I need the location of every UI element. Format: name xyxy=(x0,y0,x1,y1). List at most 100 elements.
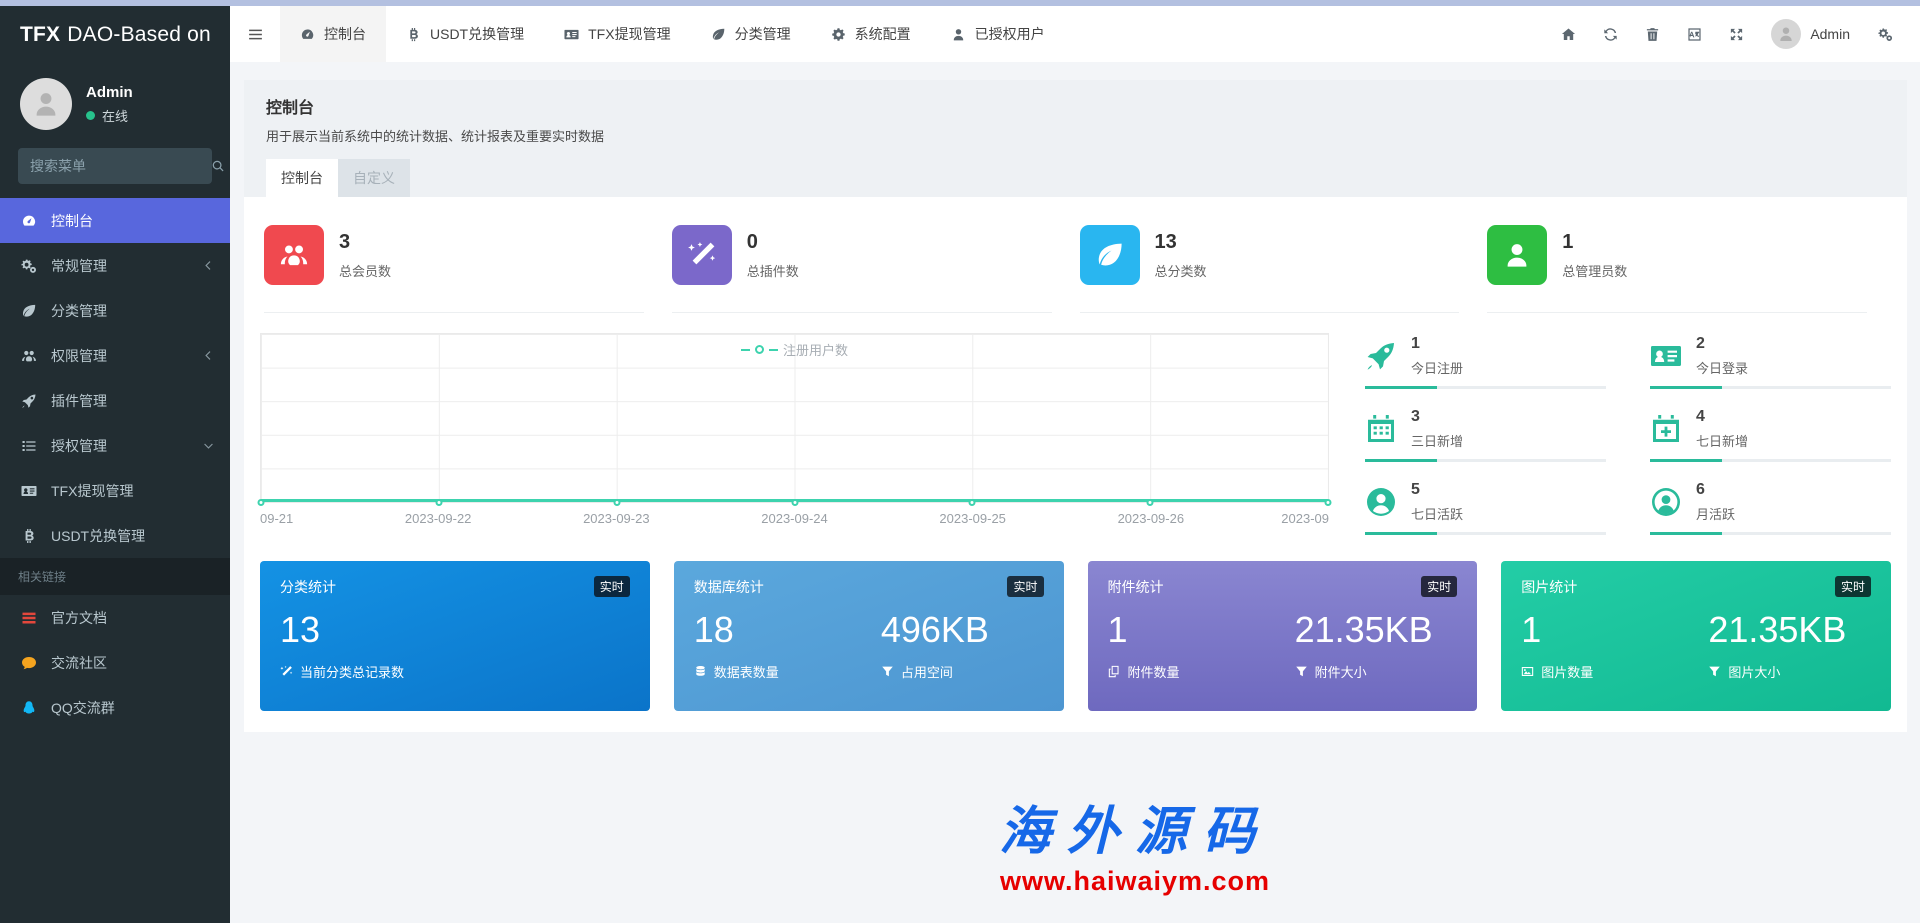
sidebar-item-addon[interactable]: 插件管理 xyxy=(0,378,230,423)
divider xyxy=(1487,312,1867,313)
filter-icon xyxy=(1708,665,1721,678)
sidebar-item-category[interactable]: 分类管理 xyxy=(0,288,230,333)
tab-category[interactable]: 分类管理 xyxy=(691,6,811,62)
sidebar-item-general[interactable]: 常规管理 xyxy=(0,243,230,288)
calendar-icon xyxy=(1365,413,1397,445)
chart-point[interactable] xyxy=(1325,499,1332,506)
sidebar-link-qq-group[interactable]: QQ交流群 xyxy=(0,685,230,730)
search-icon[interactable] xyxy=(211,159,225,173)
trash-icon xyxy=(1645,27,1660,42)
sidebar-item-label: 权限管理 xyxy=(51,346,107,366)
progress-bar xyxy=(1650,459,1891,462)
sidebar-item-auth[interactable]: 权限管理 xyxy=(0,333,230,378)
card-foot-label: 图片数量 xyxy=(1541,662,1593,681)
online-dot-icon xyxy=(86,111,95,120)
users-icon xyxy=(264,225,324,285)
chart-point[interactable] xyxy=(1147,499,1154,506)
chevron-left-icon xyxy=(203,260,214,271)
card-foot-label: 附件数量 xyxy=(1128,662,1180,681)
progress-bar xyxy=(1650,532,1891,535)
tab-label: TFX提现管理 xyxy=(588,24,670,44)
magic-wand-icon xyxy=(672,225,732,285)
chart-legend[interactable]: 注册用户数 xyxy=(261,340,1328,359)
chart-point[interactable] xyxy=(969,499,976,506)
refresh-icon xyxy=(1603,27,1618,42)
gears-icon xyxy=(20,258,38,274)
user-circle-icon xyxy=(1365,486,1397,518)
sidebar-item-label: 授权管理 xyxy=(51,436,107,456)
card-image-stats: 图片统计 实时 1 21.35KB 图片数量 xyxy=(1501,561,1891,711)
progress-bar xyxy=(1365,532,1606,535)
chart-plot-area: 注册用户数 xyxy=(260,333,1329,503)
tab-dashboard[interactable]: 控制台 xyxy=(280,6,386,62)
refresh-button[interactable] xyxy=(1589,6,1631,62)
rocket-icon xyxy=(20,393,38,409)
chart-point[interactable] xyxy=(791,499,798,506)
mini-stat-month-active: 6 月活跃 xyxy=(1650,479,1891,535)
sidebar-toggle-button[interactable] xyxy=(230,6,280,62)
sidebar-search xyxy=(18,148,212,184)
idcard-icon xyxy=(564,27,579,42)
mini-stat-3day-new: 3 三日新增 xyxy=(1365,406,1606,462)
chart-point[interactable] xyxy=(258,499,265,506)
user-status-label: 在线 xyxy=(102,106,128,125)
tab-usdt-exchange[interactable]: USDT兑换管理 xyxy=(386,6,544,62)
clear-cache-button[interactable] xyxy=(1631,6,1673,62)
app-logo[interactable]: TFX DAO-Based on xyxy=(0,6,230,64)
sidebar-user-panel: Admin 在线 xyxy=(0,64,230,138)
chart-point[interactable] xyxy=(613,499,620,506)
sidebar: TFX DAO-Based on Admin 在线 控制台 xyxy=(0,6,230,923)
chart-point[interactable] xyxy=(435,499,442,506)
card-value-2: 21.35KB xyxy=(1708,609,1871,650)
stat-label: 总会员数 xyxy=(339,261,391,280)
mini-stat-label: 三日新增 xyxy=(1411,431,1463,450)
stat-value: 0 xyxy=(747,231,799,254)
search-input[interactable] xyxy=(30,158,211,174)
chart-and-ministats-row: 注册用户数 09-21 xyxy=(260,333,1891,535)
sidebar-item-license[interactable]: 授权管理 xyxy=(0,423,230,468)
card-value: 13 xyxy=(280,609,630,650)
sidebar-link-docs[interactable]: 官方文档 xyxy=(0,595,230,640)
watermark: 海外源码 www.haiwaiym.com xyxy=(999,789,1271,897)
panel-tabs: 控制台 自定义 xyxy=(266,159,1885,197)
navbar-user-menu[interactable]: Admin xyxy=(1757,6,1864,62)
settings-button[interactable] xyxy=(1864,6,1906,62)
sidebar-item-label: 官方文档 xyxy=(51,608,107,628)
fullscreen-button[interactable] xyxy=(1715,6,1757,62)
card-title: 数据库统计 xyxy=(694,577,764,597)
x-tick-label: 2023-09 xyxy=(1281,511,1329,526)
sidebar-link-community[interactable]: 交流社区 xyxy=(0,640,230,685)
legend-label: 注册用户数 xyxy=(783,340,848,359)
mini-stat-label: 今日注册 xyxy=(1411,358,1463,377)
copy-icon xyxy=(1108,665,1121,678)
sidebar-item-usdt-exchange[interactable]: USDT兑换管理 xyxy=(0,513,230,558)
tab-label: 已授权用户 xyxy=(975,24,1045,44)
stat-value: 13 xyxy=(1155,231,1207,254)
watermark-url: www.haiwaiym.com xyxy=(999,866,1271,897)
main-area: 控制台 USDT兑换管理 TFX提现管理 分类管理 系统配置 xyxy=(230,6,1920,923)
sidebar-item-tfx-withdraw[interactable]: TFX提现管理 xyxy=(0,468,230,513)
x-tick-label: 2023-09-23 xyxy=(583,511,650,526)
home-button[interactable] xyxy=(1547,6,1589,62)
language-button[interactable] xyxy=(1673,6,1715,62)
panel-tab-dashboard[interactable]: 控制台 xyxy=(266,159,338,197)
stat-label: 总管理员数 xyxy=(1562,261,1627,280)
legend-line-icon xyxy=(741,349,750,351)
card-foot-label: 附件大小 xyxy=(1315,662,1367,681)
sidebar-section-label: 相关链接 xyxy=(0,558,230,595)
mini-stat-value: 3 xyxy=(1411,408,1463,426)
tab-system-config[interactable]: 系统配置 xyxy=(811,6,931,62)
tab-label: USDT兑换管理 xyxy=(430,24,524,44)
panel-tab-custom[interactable]: 自定义 xyxy=(338,159,410,197)
card-foot-label: 图片大小 xyxy=(1728,662,1780,681)
card-foot-label: 数据表数量 xyxy=(714,662,779,681)
chevron-left-icon xyxy=(203,350,214,361)
tab-authorized-users[interactable]: 已授权用户 xyxy=(931,6,1065,62)
sidebar-item-dashboard[interactable]: 控制台 xyxy=(0,198,230,243)
comment-icon xyxy=(20,655,38,671)
card-foot-label: 当前分类总记录数 xyxy=(300,662,404,681)
tab-tfx-withdraw[interactable]: TFX提现管理 xyxy=(544,6,690,62)
mini-stat-label: 月活跃 xyxy=(1696,504,1735,523)
card-title: 分类统计 xyxy=(280,577,336,597)
summary-cards-row: 分类统计 实时 13 当前分类总记录数 数据库统计 xyxy=(260,561,1891,711)
